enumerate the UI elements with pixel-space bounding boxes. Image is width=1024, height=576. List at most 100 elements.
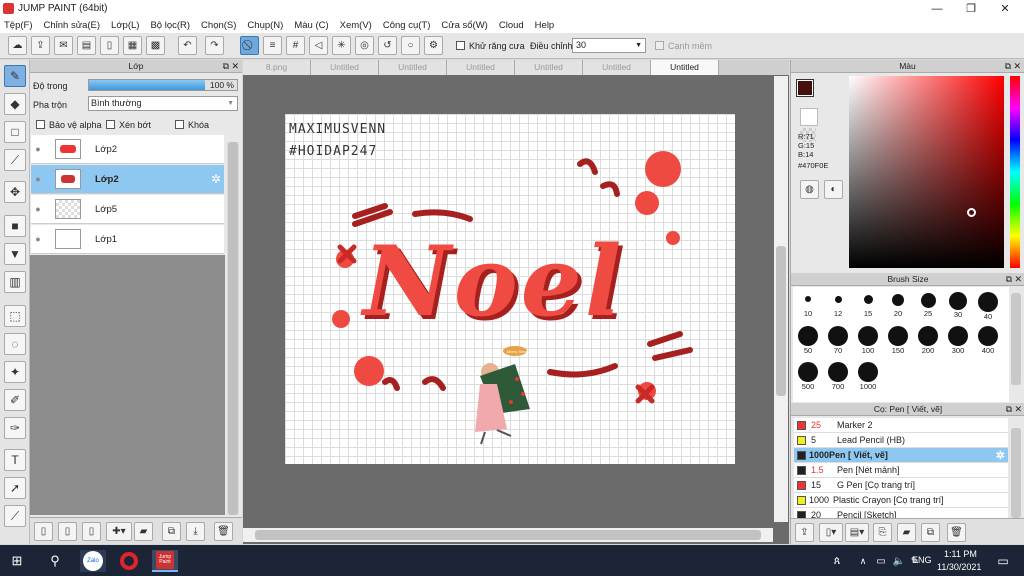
- move-tool-icon[interactable]: ✥: [4, 181, 26, 203]
- undock-icon[interactable]: ⧉: [1005, 60, 1011, 73]
- close-button[interactable]: ✕: [988, 0, 1022, 17]
- clock-time[interactable]: 1:11 PM: [944, 549, 977, 559]
- snap-settings-icon[interactable]: ⚙: [424, 36, 443, 55]
- picker-handle[interactable]: [967, 208, 976, 217]
- pen-item[interactable]: 25 Marker 2: [794, 418, 1008, 433]
- layer-row[interactable]: ● Lớp2: [31, 135, 224, 164]
- folder-icon[interactable]: ▰: [897, 523, 916, 542]
- palette-edit-icon[interactable]: ◐: [824, 180, 843, 199]
- cloud-icon[interactable]: ☁: [8, 36, 27, 55]
- clock-date[interactable]: 11/30/2021: [937, 562, 981, 572]
- select-rect-icon[interactable]: ⬚: [4, 305, 26, 327]
- new-layer-icon[interactable]: ▯: [34, 522, 53, 541]
- brush-size-10[interactable]: 10: [793, 292, 823, 318]
- select-pen-icon[interactable]: ✐: [4, 389, 26, 411]
- magic-wand-icon[interactable]: ✦: [4, 361, 26, 383]
- canvas-hscroll[interactable]: [243, 528, 773, 542]
- undock-icon[interactable]: ⧉: [1006, 273, 1012, 286]
- close-icon[interactable]: ✕: [1013, 60, 1021, 73]
- brush-size-400[interactable]: 400: [973, 326, 1003, 355]
- hscroll-thumb[interactable]: [255, 530, 761, 540]
- brush-size-700[interactable]: 700: [823, 362, 853, 391]
- brush-size-100[interactable]: 100: [853, 326, 883, 355]
- snap-curve-icon[interactable]: ↺: [378, 36, 397, 55]
- opera-app-icon[interactable]: [116, 550, 142, 572]
- brush-size-12[interactable]: 12: [823, 292, 853, 318]
- visibility-dot-icon[interactable]: ●: [31, 204, 45, 214]
- operation-tool-icon[interactable]: ➚: [4, 477, 26, 499]
- lock-checkbox[interactable]: [175, 120, 184, 129]
- brush-size-300[interactable]: 300: [943, 326, 973, 355]
- white-swatch[interactable]: [800, 108, 818, 126]
- tab-document[interactable]: Untitled: [379, 60, 447, 75]
- saturation-value-picker[interactable]: [849, 76, 1004, 268]
- brush-type-icon[interactable]: ▤▾: [845, 523, 869, 542]
- brush-size-40[interactable]: 40: [973, 292, 1003, 321]
- snap-circle-icon[interactable]: ◎: [355, 36, 374, 55]
- pen-scrollbar[interactable]: [1011, 428, 1021, 518]
- pen-item[interactable]: 5 Lead Pencil (HB): [794, 433, 1008, 448]
- tab-document[interactable]: Untitled: [311, 60, 379, 75]
- menu-edit[interactable]: Chỉnh sửa(E): [44, 20, 101, 31]
- brush-size-150[interactable]: 150: [883, 326, 913, 355]
- close-icon[interactable]: ✕: [231, 60, 239, 73]
- canvas-vscroll[interactable]: [774, 76, 788, 522]
- lasso-icon[interactable]: ◌: [4, 333, 26, 355]
- duplicate-icon[interactable]: ⧉: [162, 522, 181, 541]
- comment-icon[interactable]: ✉: [54, 36, 73, 55]
- menu-file[interactable]: Tệp(F): [4, 20, 33, 31]
- snap-perspective-icon[interactable]: ◁: [309, 36, 328, 55]
- menu-tools[interactable]: Công cụ(T): [383, 20, 431, 31]
- hue-slider[interactable]: [1010, 76, 1020, 268]
- text-tool-icon[interactable]: T: [4, 449, 26, 471]
- note-icon[interactable]: ▤: [77, 36, 96, 55]
- menu-cloud[interactable]: Cloud: [499, 20, 524, 31]
- visibility-dot-icon[interactable]: ●: [31, 144, 45, 154]
- brush-size-200[interactable]: 200: [913, 326, 943, 355]
- tab-document[interactable]: Untitled: [447, 60, 515, 75]
- menu-window[interactable]: Cửa sổ(W): [441, 20, 487, 31]
- tab-document[interactable]: Untitled: [583, 60, 651, 75]
- brush-scrollbar[interactable]: [1011, 293, 1021, 385]
- brush-upload-icon[interactable]: ⇪: [795, 523, 814, 542]
- page-icon[interactable]: ▯: [100, 36, 119, 55]
- duplicate-icon[interactable]: ⧉: [921, 523, 940, 542]
- eyedropper-icon[interactable]: ⟋: [4, 505, 26, 527]
- pen-settings-icon[interactable]: ✲: [996, 449, 1005, 462]
- pen-item[interactable]: 1000 Plastic Crayon [Cọ trang trí]: [794, 493, 1008, 508]
- brush-size-20[interactable]: 20: [883, 292, 913, 318]
- new-layer-8bit-icon[interactable]: ▯: [58, 522, 77, 541]
- undock-icon[interactable]: ⧉: [1006, 403, 1012, 416]
- folder-icon[interactable]: ▰: [134, 522, 153, 541]
- add-brush-icon[interactable]: ▯▾: [819, 523, 843, 542]
- jump-paint-app-icon[interactable]: Jump Paint: [152, 550, 178, 572]
- notifications-icon[interactable]: ▭: [992, 550, 1014, 572]
- brush-size-1000[interactable]: 1000: [853, 362, 883, 391]
- snap-grid-icon[interactable]: #: [286, 36, 305, 55]
- eraser-icon[interactable]: ◆: [4, 93, 26, 115]
- pen-item[interactable]: 15 G Pen [Cọ trang trí]: [794, 478, 1008, 493]
- opacity-slider[interactable]: 100 %: [88, 79, 238, 91]
- snap-off-icon[interactable]: ⃠: [240, 36, 259, 55]
- pen-tool-icon[interactable]: ✎: [4, 65, 26, 87]
- layer-scrollbar[interactable]: [227, 142, 239, 515]
- visibility-dot-icon[interactable]: ●: [31, 234, 45, 244]
- redo-icon[interactable]: ↷: [205, 36, 224, 55]
- brush-size-25[interactable]: 25: [913, 292, 943, 318]
- visibility-dot-icon[interactable]: ●: [31, 174, 45, 184]
- protect-alpha-checkbox[interactable]: [36, 120, 45, 129]
- windows-start-icon[interactable]: ⊞: [6, 550, 28, 572]
- adjust-input[interactable]: 30 ▼: [572, 38, 646, 53]
- layer-settings-icon[interactable]: ✲: [211, 172, 221, 186]
- new-layer-1bit-icon[interactable]: ▯: [82, 522, 101, 541]
- blend-select[interactable]: Bình thường ▼: [88, 96, 238, 111]
- brush-size-15[interactable]: 15: [853, 292, 883, 318]
- trash-icon[interactable]: 🗑: [947, 523, 966, 542]
- brush-size-30[interactable]: 30: [943, 292, 973, 319]
- drawing-canvas[interactable]: MAXIMUSVENN #HOIDAP247 Noel Noel Merry X…: [285, 114, 735, 464]
- snap-ellipse-icon[interactable]: ○: [401, 36, 420, 55]
- brush-copy-icon[interactable]: ⎘: [873, 523, 892, 542]
- undock-icon[interactable]: ⧉: [223, 60, 229, 73]
- soft-edge-checkbox[interactable]: [655, 41, 664, 50]
- palette-icon[interactable]: ◍: [800, 180, 819, 199]
